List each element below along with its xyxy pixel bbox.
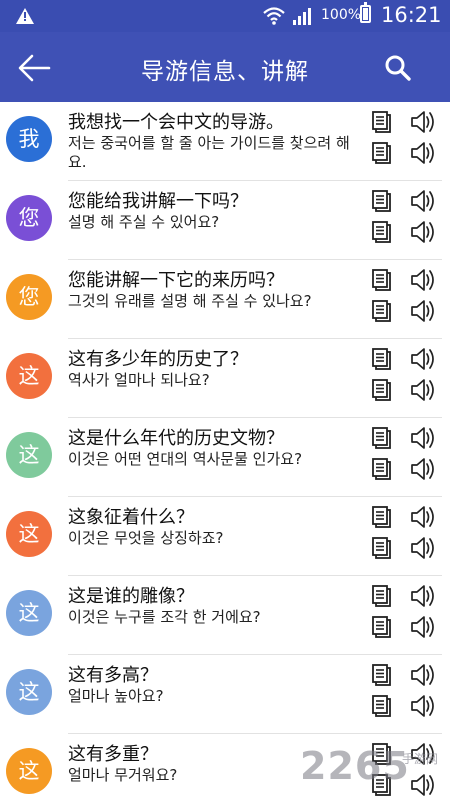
avatar: 您 xyxy=(6,274,52,320)
copy-icon[interactable] xyxy=(369,693,397,721)
list-item[interactable]: 我我想找一个会中文的导游。 저는 중국어를 할 줄 아는 가이드를 찾으려 해요. xyxy=(0,102,450,181)
phrase-list: 我我想找一个会中文的导游。 저는 중국어를 할 줄 아는 가이드를 찾으려 해요.… xyxy=(0,102,450,800)
list-item[interactable]: 这这是什么年代的历史文物？ 이것은 어떤 연대의 역사문물 인가요? xyxy=(0,418,450,497)
copy-icon[interactable] xyxy=(369,425,397,453)
speaker-icon[interactable] xyxy=(409,613,437,641)
avatar: 您 xyxy=(6,195,52,241)
copy-icon[interactable] xyxy=(369,346,397,374)
speaker-icon[interactable] xyxy=(409,108,437,136)
speaker-icon[interactable] xyxy=(409,534,437,562)
speaker-icon[interactable] xyxy=(409,692,437,720)
avatar: 这 xyxy=(6,590,52,636)
copy-icon[interactable] xyxy=(369,109,397,137)
copy-icon[interactable] xyxy=(369,772,397,800)
chinese-phrase: 这象征着什么？ xyxy=(68,507,194,528)
avatar: 这 xyxy=(6,432,52,478)
copy-icon[interactable] xyxy=(369,140,397,168)
copy-icon[interactable] xyxy=(369,741,397,769)
app-bar: 导游信息、讲解 xyxy=(0,32,450,102)
copy-icon[interactable] xyxy=(369,298,397,326)
avatar: 这 xyxy=(6,353,52,399)
copy-icon[interactable] xyxy=(369,219,397,247)
speaker-icon[interactable] xyxy=(409,424,437,452)
speaker-icon[interactable] xyxy=(409,503,437,531)
speaker-icon[interactable] xyxy=(409,139,437,167)
copy-icon[interactable] xyxy=(369,535,397,563)
speaker-icon[interactable] xyxy=(409,187,437,215)
speaker-icon[interactable] xyxy=(409,345,437,373)
korean-translation: 이것은 어떤 연대의 역사문물 인가요? xyxy=(68,450,303,468)
korean-translation: 이것은 무엇을 상징하죠? xyxy=(68,529,224,547)
korean-translation: 얼마나 높아요? xyxy=(68,687,164,705)
copy-icon[interactable] xyxy=(369,614,397,642)
battery-icon xyxy=(360,2,371,23)
speaker-icon[interactable] xyxy=(409,771,437,799)
copy-icon[interactable] xyxy=(369,583,397,611)
chinese-phrase: 这是什么年代的历史文物？ xyxy=(68,428,284,449)
chinese-phrase: 这有多高？ xyxy=(68,665,158,686)
speaker-icon[interactable] xyxy=(409,740,437,768)
speaker-icon[interactable] xyxy=(409,266,437,294)
list-item[interactable]: 您您能讲解一下它的来历吗？ 그것의 유래를 설명 해 주실 수 있나요? xyxy=(0,260,450,339)
clock: 16:21 xyxy=(381,3,442,27)
copy-icon[interactable] xyxy=(369,662,397,690)
korean-translation: 얼마나 무거워요? xyxy=(68,766,178,784)
korean-translation: 설명 해 주실 수 있어요? xyxy=(68,213,220,231)
korean-translation: 그것의 유래를 설명 해 주실 수 있나요? xyxy=(68,292,312,310)
copy-icon[interactable] xyxy=(369,267,397,295)
list-item[interactable]: 这这有多少年的历史了？ 역사가 얼마나 되나요? xyxy=(0,339,450,418)
copy-icon[interactable] xyxy=(369,188,397,216)
chinese-phrase: 我想找一个会中文的导游。 xyxy=(68,112,284,133)
speaker-icon[interactable] xyxy=(409,297,437,325)
speaker-icon[interactable] xyxy=(409,661,437,689)
wifi-icon xyxy=(263,7,285,25)
warning-icon xyxy=(16,8,34,24)
list-item[interactable]: 这这是谁的雕像？ 이것은 누구를 조각 한 거에요? xyxy=(0,576,450,655)
avatar: 这 xyxy=(6,748,52,794)
speaker-icon[interactable] xyxy=(409,218,437,246)
status-bar: 100% 16:21 xyxy=(0,0,450,32)
copy-icon[interactable] xyxy=(369,504,397,532)
speaker-icon[interactable] xyxy=(409,376,437,404)
signal-icon xyxy=(293,8,311,25)
avatar: 这 xyxy=(6,511,52,557)
list-item[interactable]: 您您能给我讲解一下吗？ 설명 해 주실 수 있어요? xyxy=(0,181,450,260)
avatar: 这 xyxy=(6,669,52,715)
chinese-phrase: 您能讲解一下它的来历吗？ xyxy=(68,270,284,291)
list-item[interactable]: 这这有多重？ 얼마나 무거워요? xyxy=(0,734,450,800)
list-item[interactable]: 这这象征着什么？ 이것은 무엇을 상징하죠? xyxy=(0,497,450,576)
korean-translation: 이것은 누구를 조각 한 거에요? xyxy=(68,608,261,626)
speaker-icon[interactable] xyxy=(409,582,437,610)
speaker-icon[interactable] xyxy=(409,455,437,483)
chinese-phrase: 这有多少年的历史了？ xyxy=(68,349,248,370)
korean-translation: 역사가 얼마나 되나요? xyxy=(68,371,210,389)
copy-icon[interactable] xyxy=(369,377,397,405)
korean-translation: 저는 중국어를 할 줄 아는 가이드를 찾으려 해요. xyxy=(68,134,350,171)
battery-percent: 100% xyxy=(321,7,362,23)
search-icon[interactable] xyxy=(382,52,414,84)
list-item[interactable]: 这这有多高？ 얼마나 높아요? xyxy=(0,655,450,734)
chinese-phrase: 这有多重？ xyxy=(68,744,158,765)
chinese-phrase: 这是谁的雕像？ xyxy=(68,586,194,607)
chinese-phrase: 您能给我讲解一下吗？ xyxy=(68,191,248,212)
copy-icon[interactable] xyxy=(369,456,397,484)
avatar: 我 xyxy=(6,116,52,162)
